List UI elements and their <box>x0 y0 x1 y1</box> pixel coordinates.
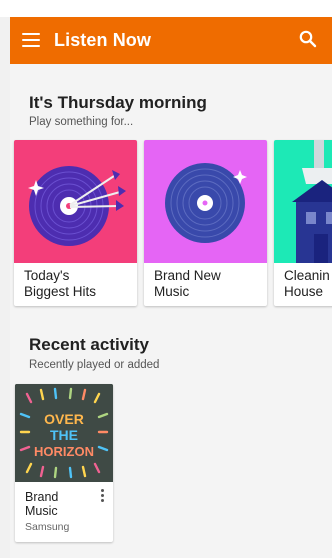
card-brand-new-music[interactable]: Brand New Music <box>144 140 267 306</box>
status-bar <box>0 0 332 17</box>
search-icon[interactable] <box>298 29 318 49</box>
album-card-brand-music[interactable]: OVER THE HORIZON Brand Music Samsung <box>15 384 113 542</box>
card-art-house-vacuum <box>274 140 332 263</box>
card-label: Today's Biggest Hits <box>24 268 97 299</box>
card-art-vinyl-record <box>144 140 267 263</box>
card-label: Brand New Music <box>154 268 221 299</box>
suggestions-title: It's Thursday morning <box>29 93 207 112</box>
app-title: Listen Now <box>54 30 152 50</box>
card-todays-biggest-hits[interactable]: Today's Biggest Hits <box>14 140 137 306</box>
app-bar: Listen Now <box>10 17 332 64</box>
listen-now-content: It's Thursday morning Play something for… <box>10 64 332 558</box>
album-art-text-2: THE <box>50 427 78 443</box>
card-art-vinyl-darts <box>14 140 137 263</box>
album-art: OVER THE HORIZON <box>15 384 113 482</box>
card-label: Cleanin House <box>284 268 330 299</box>
album-artist: Samsung <box>25 521 70 533</box>
hamburger-menu-icon[interactable] <box>22 33 40 47</box>
more-vert-icon[interactable] <box>97 488 107 504</box>
recent-activity-title: Recent activity <box>29 335 149 354</box>
album-title: Brand Music <box>25 490 59 518</box>
album-art-text-1: OVER <box>44 411 84 427</box>
recent-activity-subtitle: Recently played or added <box>29 359 160 371</box>
suggestions-subtitle: Play something for... <box>29 116 134 128</box>
album-art-text-3: HORIZON <box>34 444 94 459</box>
card-cleaning-house[interactable]: Cleanin House <box>274 140 332 306</box>
